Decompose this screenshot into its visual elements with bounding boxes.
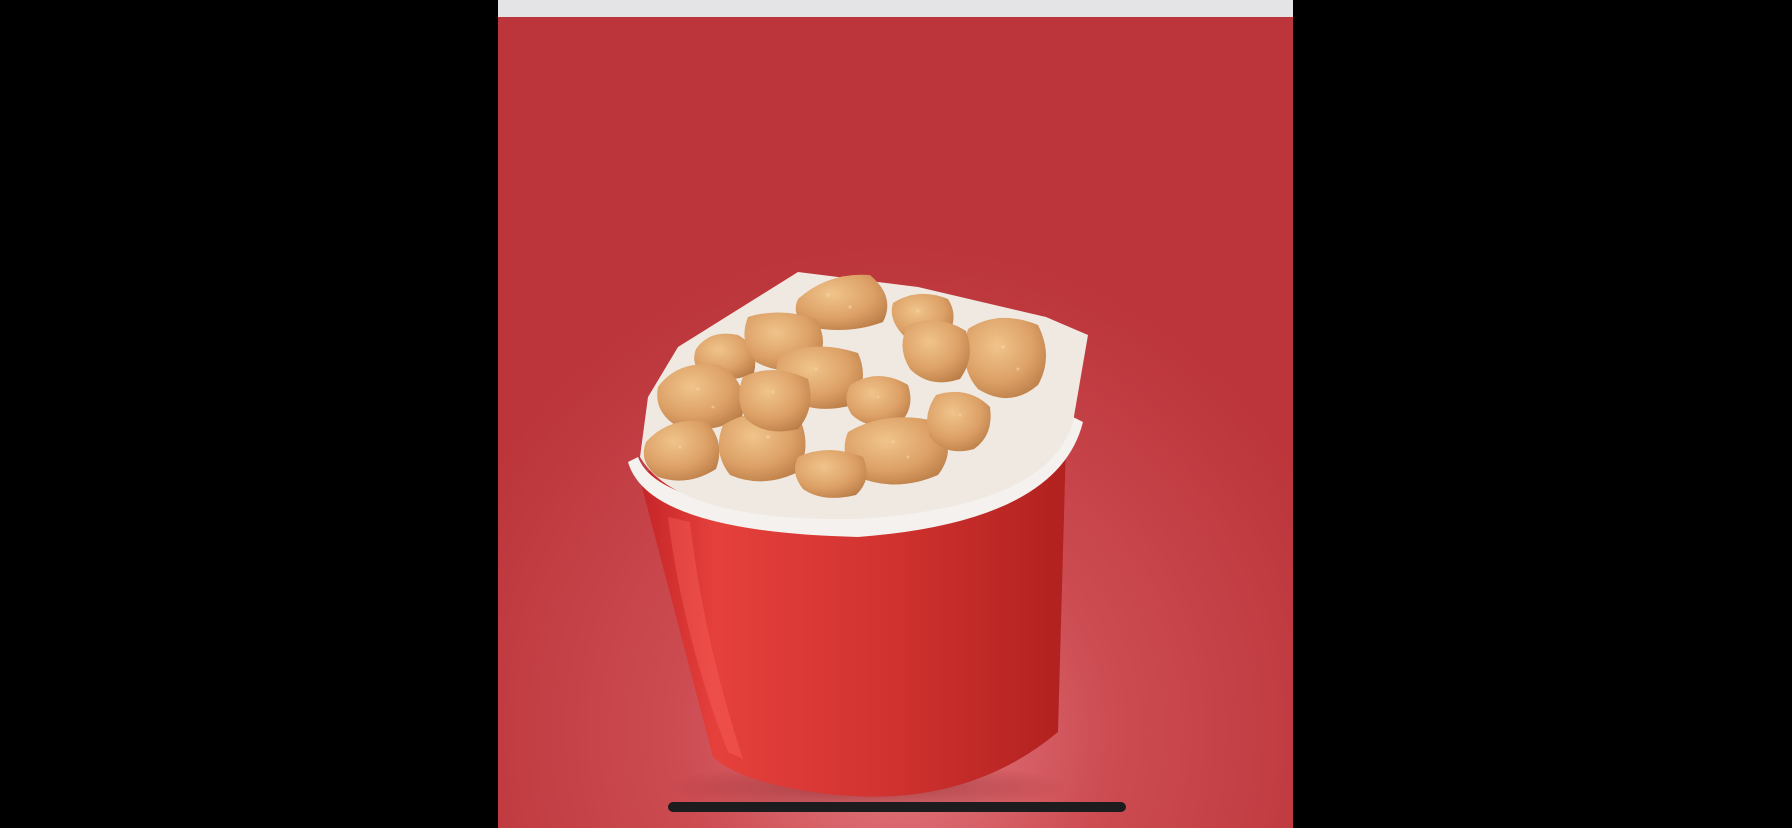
image-viewer[interactable] <box>498 0 1293 828</box>
top-bar-strip <box>498 0 1293 17</box>
home-indicator[interactable] <box>668 802 1126 812</box>
screen <box>0 0 1792 828</box>
nuggets-bucket-photo <box>498 17 1293 828</box>
